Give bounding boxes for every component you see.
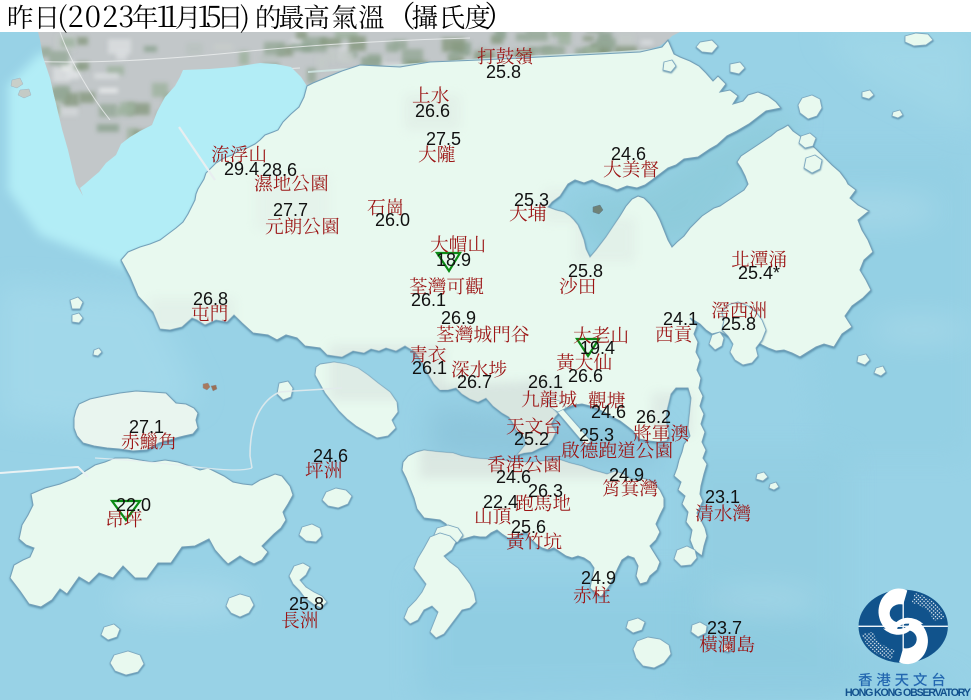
svg-text:26.1: 26.1 (411, 290, 446, 310)
svg-text:24.1: 24.1 (663, 309, 698, 329)
svg-text:24.9: 24.9 (609, 465, 644, 485)
svg-text:26.2: 26.2 (636, 407, 671, 427)
svg-text:27.1: 27.1 (129, 417, 164, 437)
svg-text:26.1: 26.1 (412, 358, 447, 378)
svg-text:26.3: 26.3 (528, 481, 563, 501)
svg-text:26.6: 26.6 (568, 366, 603, 386)
svg-text:27.5: 27.5 (426, 129, 461, 149)
svg-text:23.1: 23.1 (705, 487, 740, 507)
svg-text:25.3: 25.3 (579, 425, 614, 445)
svg-text:25.8: 25.8 (568, 261, 603, 281)
svg-text:22.0: 22.0 (116, 495, 151, 515)
svg-text:19.4: 19.4 (580, 338, 615, 358)
svg-text:26.6: 26.6 (415, 101, 450, 121)
svg-text:24.6: 24.6 (591, 402, 626, 422)
svg-text:25.8: 25.8 (486, 62, 521, 82)
svg-text:25.8: 25.8 (721, 314, 756, 334)
svg-text:26.1: 26.1 (528, 372, 563, 392)
svg-text:25.2: 25.2 (514, 429, 549, 449)
svg-text:26.8: 26.8 (193, 289, 228, 309)
svg-text:24.6: 24.6 (496, 467, 531, 487)
svg-text:HONG KONG OBSERVATORY: HONG KONG OBSERVATORY (845, 687, 971, 699)
svg-text:26.7: 26.7 (457, 372, 492, 392)
svg-text:22.4: 22.4 (483, 492, 518, 512)
svg-text:25.4*: 25.4* (738, 263, 780, 283)
svg-text:28.6: 28.6 (262, 160, 297, 180)
svg-text:18.9: 18.9 (436, 250, 471, 270)
svg-text:25.6: 25.6 (511, 517, 546, 537)
svg-text:25.8: 25.8 (289, 594, 324, 614)
svg-text:23.7: 23.7 (707, 618, 742, 638)
svg-text:25.3: 25.3 (514, 190, 549, 210)
svg-text:29.4: 29.4 (224, 159, 259, 179)
svg-text:24.6: 24.6 (611, 144, 646, 164)
svg-text:24.6: 24.6 (313, 446, 348, 466)
svg-text:26.0: 26.0 (375, 210, 410, 230)
svg-text:24.9: 24.9 (581, 568, 616, 588)
svg-text:26.9: 26.9 (441, 308, 476, 328)
svg-text:27.7: 27.7 (273, 200, 308, 220)
